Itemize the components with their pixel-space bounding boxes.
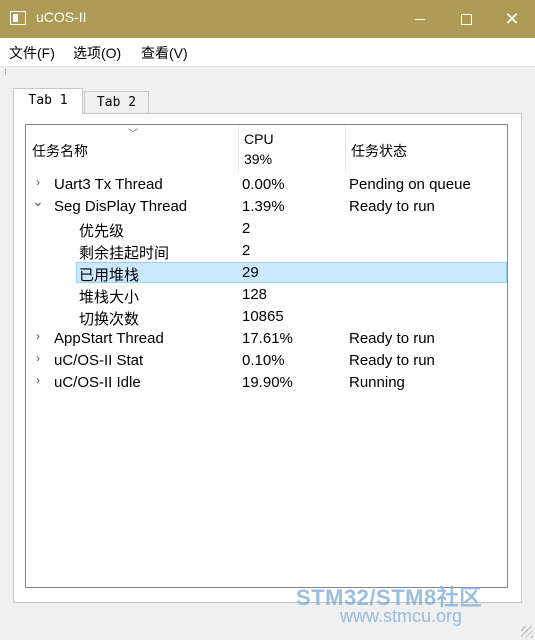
maximize-icon xyxy=(460,13,472,25)
app-window-icon xyxy=(10,11,26,25)
minimize-icon xyxy=(415,18,425,20)
tree-row[interactable]: › Uart3 Tx Thread 0.00% Pending on queue xyxy=(26,174,507,196)
menu-view[interactable]: 查看(V) xyxy=(141,43,188,63)
row-value: 2 xyxy=(242,242,251,259)
expand-arrow-icon[interactable]: › xyxy=(32,373,44,391)
menu-bar: 文件(F) 选项(O) 查看(V) xyxy=(0,38,535,66)
row-name: 已用堆栈 xyxy=(79,267,140,284)
selection-highlight xyxy=(76,262,507,283)
tree-header: ﹀ 任务名称 CPU 39% 任务状态 xyxy=(26,125,507,173)
row-status: Ready to run xyxy=(349,330,435,347)
tab-1[interactable]: Tab 1 xyxy=(13,88,83,114)
window-title: uCOS-II xyxy=(36,9,87,25)
tree-row[interactable]: › uC/OS-II Idle 19.90% Running xyxy=(26,372,507,394)
close-icon: ✕ xyxy=(504,8,520,30)
tree-row[interactable]: ⌄ Seg DisPlay Thread 1.39% Ready to run xyxy=(26,193,507,218)
tree-child-row-selected[interactable]: 已用堆栈 29 xyxy=(26,262,507,284)
toolbar-grip[interactable] xyxy=(5,69,8,75)
row-name: Seg DisPlay Thread xyxy=(54,198,188,215)
row-name: 优先级 xyxy=(79,223,125,240)
row-value: 10865 xyxy=(242,308,284,325)
expand-arrow-icon[interactable]: › xyxy=(32,175,44,193)
menu-options[interactable]: 选项(O) xyxy=(73,43,121,63)
maximize-button[interactable] xyxy=(443,0,489,38)
expand-arrow-icon[interactable]: › xyxy=(32,329,44,347)
sort-indicator-icon: ﹀ xyxy=(128,129,138,140)
tree-child-row[interactable]: 剩余挂起时间 2 xyxy=(26,240,507,262)
tree-child-row[interactable]: 切换次数 10865 xyxy=(26,306,507,328)
tab-2[interactable]: Tab 2 xyxy=(84,91,149,113)
row-cpu: 0.00% xyxy=(242,176,285,193)
menu-file[interactable]: 文件(F) xyxy=(9,43,55,63)
minimize-button[interactable] xyxy=(397,0,443,38)
row-status: Ready to run xyxy=(349,352,435,369)
expand-arrow-icon[interactable]: › xyxy=(32,351,44,369)
row-name: 剩余挂起时间 xyxy=(79,245,170,262)
row-name: uC/OS-II Idle xyxy=(54,374,141,391)
row-status: Ready to run xyxy=(349,198,435,215)
row-name: AppStart Thread xyxy=(54,330,164,347)
row-name: uC/OS-II Stat xyxy=(54,352,144,369)
task-tree-view[interactable]: ﹀ 任务名称 CPU 39% 任务状态 › Uart3 Tx Thread 0.… xyxy=(25,124,508,588)
row-cpu: 17.61% xyxy=(242,330,293,347)
row-name: Uart3 Tx Thread xyxy=(54,176,163,193)
header-cpu[interactable]: CPU xyxy=(244,131,274,147)
tree-row[interactable]: › AppStart Thread 17.61% Ready to run xyxy=(26,328,507,350)
title-bar[interactable]: uCOS-II ✕ xyxy=(0,0,535,38)
row-cpu: 0.10% xyxy=(242,352,285,369)
collapse-arrow-icon[interactable]: ⌄ xyxy=(32,193,44,211)
row-cpu: 19.90% xyxy=(242,374,293,391)
row-value: 29 xyxy=(242,264,259,281)
row-value: 128 xyxy=(242,286,268,303)
row-status: Running xyxy=(349,374,405,391)
resize-grip[interactable] xyxy=(521,626,533,638)
header-divider[interactable] xyxy=(345,125,346,173)
header-task-status[interactable]: 任务状态 xyxy=(351,141,407,161)
header-cpu-total: 39% xyxy=(244,151,273,167)
tree-child-row[interactable]: 优先级 2 xyxy=(26,218,507,240)
header-divider[interactable] xyxy=(238,125,239,173)
toolbar-area xyxy=(0,66,535,77)
header-task-name[interactable]: 任务名称 xyxy=(32,141,88,161)
row-name: 堆栈大小 xyxy=(79,289,140,306)
tree-row[interactable]: › uC/OS-II Stat 0.10% Ready to run xyxy=(26,350,507,372)
row-value: 2 xyxy=(242,220,251,237)
tree-child-row[interactable]: 堆栈大小 128 xyxy=(26,284,507,306)
close-button[interactable]: ✕ xyxy=(489,0,535,38)
row-cpu: 1.39% xyxy=(242,198,285,215)
row-status: Pending on queue xyxy=(349,176,471,193)
row-name: 切换次数 xyxy=(79,311,140,328)
watermark-url: www.stmcu.org xyxy=(340,606,463,626)
